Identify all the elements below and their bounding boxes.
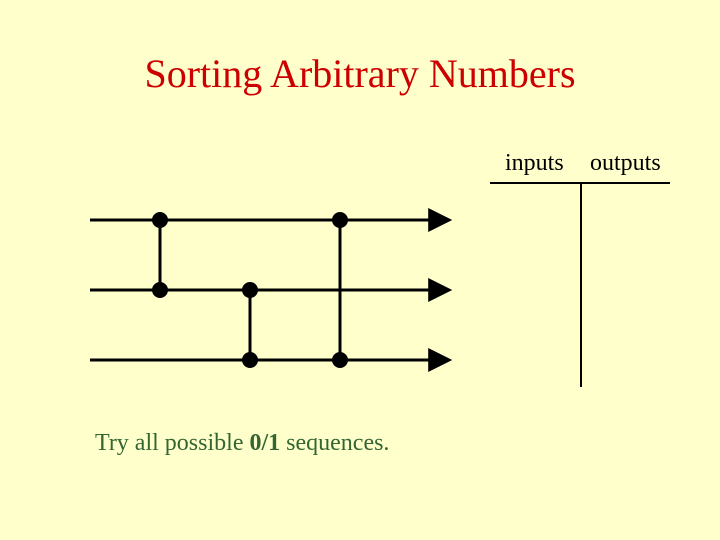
sorting-network-diagram xyxy=(90,190,470,390)
slide-subtitle: Try all possible 0/1 sequences. xyxy=(95,430,389,457)
outputs-column-header: outputs xyxy=(590,150,661,177)
comparator-node xyxy=(242,282,258,298)
subtitle-text-post: sequences. xyxy=(280,430,389,456)
inputs-column-header: inputs xyxy=(505,150,564,177)
comparator-node xyxy=(152,212,168,228)
table-column-divider xyxy=(580,182,582,387)
comparator-node xyxy=(332,212,348,228)
slide-title: Sorting Arbitrary Numbers xyxy=(0,50,720,97)
subtitle-text-pre: Try all possible xyxy=(95,430,249,456)
subtitle-text-bold: 0/1 xyxy=(249,430,280,456)
comparator-node xyxy=(242,352,258,368)
comparator-node xyxy=(152,282,168,298)
comparator-node xyxy=(332,352,348,368)
